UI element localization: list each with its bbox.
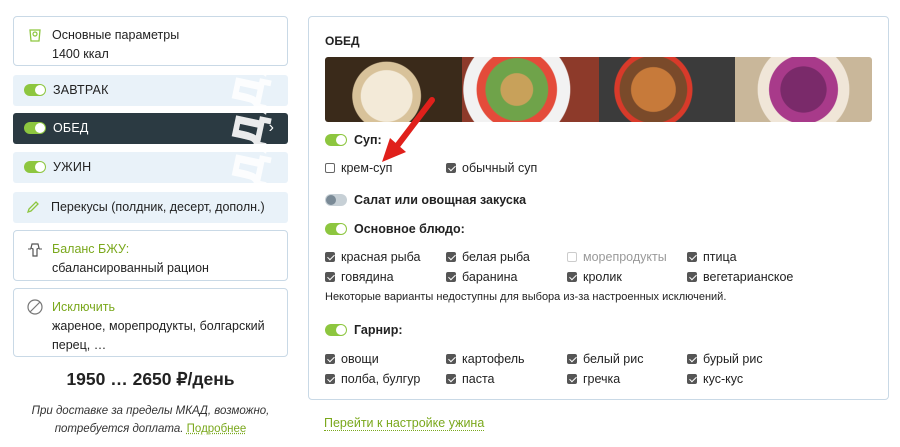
scale-icon [29,29,41,42]
salad-toggle[interactable] [325,194,347,206]
checkbox[interactable] [446,272,456,282]
option-label: вегетарианское [703,270,794,284]
checkbox[interactable] [567,374,577,384]
dinner-toggle[interactable] [24,161,46,173]
snacks-label: Перекусы (полдник, десерт, дополн.) [51,200,265,214]
option-couscous[interactable]: кус-кус [687,372,743,386]
meal-breakfast-label: ЗАВТРАК [53,83,109,97]
price-range: 1950 … 2650 ₽/день [66,369,235,389]
snacks-row[interactable]: Перекусы (полдник, десерт, дополн.) [13,192,288,223]
meal-dinner-label: УЖИН [53,160,92,174]
option-label: обычный суп [462,161,538,175]
option-label: птица [703,250,737,264]
meal-lunch-label: ОБЕД [53,121,89,135]
cabbage-photo [735,57,872,122]
checkbox[interactable] [446,354,456,364]
option-white-fish[interactable]: белая рыба [446,250,530,264]
option-label: картофель [462,352,525,366]
checkbox [567,252,577,262]
red-arrow-annotation [382,97,435,162]
option-label: гречка [583,372,621,386]
option-spelt-bulgur[interactable]: полба, булгур [325,372,420,386]
option-pasta[interactable]: паста [446,372,495,386]
main-toggle[interactable] [325,223,347,235]
option-label: бурый рис [703,352,763,366]
option-white-rice[interactable]: белый рис [567,352,643,366]
meat-photo [598,57,736,122]
breakfast-toggle[interactable] [24,84,46,96]
exclude-title: Исключить [52,300,115,314]
option-label: баранина [462,270,518,284]
meal-breakfast[interactable]: ЗАВТРАК ЕДА [13,75,288,106]
go-to-dinner-settings-link[interactable]: Перейти к настройке ужина [324,416,485,431]
garnish-label: Гарнир: [354,323,403,337]
exclude-card[interactable]: Исключить жареное, морепродукты, болгарс… [13,288,288,357]
option-red-fish[interactable]: красная рыба [325,250,420,264]
balance-value: сбалансированный рацион [52,261,209,275]
option-rabbit[interactable]: кролик [567,270,622,284]
checkbox[interactable] [687,272,697,282]
basic-params-value: 1400 ккал [52,47,109,61]
option-vegetarian[interactable]: вегетарианское [687,270,793,284]
checkbox[interactable] [687,252,697,262]
exclusions-warning: Некоторые варианты недоступны для выбора… [325,291,727,303]
option-label: белый рис [583,352,644,366]
checkbox[interactable] [446,374,456,384]
mannequin-icon [28,243,42,257]
checkbox[interactable] [446,252,456,262]
more-link[interactable]: Подробнее [187,423,247,435]
checkbox[interactable] [687,374,697,384]
option-regular-soup[interactable]: обычный суп [446,161,537,175]
panel-title: ОБЕД [325,34,360,48]
chevron-right-icon: › [268,119,274,136]
pencil-icon [26,201,39,214]
meal-lunch[interactable]: ОБЕД ЕДА › [13,113,288,144]
main-label: Основное блюдо: [354,222,465,236]
checkbox[interactable] [567,272,577,282]
checkbox[interactable] [446,163,456,173]
watermark-logo: ЕДА [218,75,283,106]
checkbox[interactable] [567,354,577,364]
checkbox[interactable] [325,252,335,262]
lunch-toggle[interactable] [24,122,46,134]
option-label: паста [462,372,495,386]
soup-label: Суп: [354,133,382,147]
exclude-value: жареное, морепродукты, болгарский перец,… [52,319,265,352]
lunch-settings-panel: ОБЕД Суп: крем-суп обычный суп Салат или… [308,16,889,400]
checkbox[interactable] [325,163,335,173]
option-label: белая рыба [462,250,530,264]
option-label: говядина [341,270,394,284]
option-label: морепродукты [583,250,667,264]
soup-toggle[interactable] [325,134,347,146]
option-poultry[interactable]: птица [687,250,737,264]
checkbox[interactable] [325,374,335,384]
watermark-logo: ЕДА [218,152,283,183]
salad-photo [461,57,599,122]
option-label: кролик [583,270,622,284]
no-symbol-icon [27,299,43,315]
checkbox[interactable] [325,272,335,282]
option-beef[interactable]: говядина [325,270,394,284]
option-label: полба, булгур [341,372,421,386]
option-potato[interactable]: картофель [446,352,525,366]
option-seafood: морепродукты [567,250,667,264]
option-label: кус-кус [703,372,744,386]
checkbox[interactable] [325,354,335,364]
option-label: овощи [341,352,379,366]
checkbox[interactable] [687,354,697,364]
basic-params-title: Основные параметры [52,28,180,42]
basic-params-card[interactable]: Основные параметры 1400 ккал [13,16,288,66]
option-label: красная рыба [341,250,421,264]
delivery-note: При доставке за пределы МКАД, возможно, … [13,402,288,438]
option-lamb[interactable]: баранина [446,270,517,284]
option-buckwheat[interactable]: гречка [567,372,620,386]
option-vegetables[interactable]: овощи [325,352,379,366]
option-brown-rice[interactable]: бурый рис [687,352,763,366]
balance-card[interactable]: Баланс БЖУ: сбалансированный рацион [13,230,288,281]
salad-label: Салат или овощная закуска [354,193,527,207]
garnish-toggle[interactable] [325,324,347,336]
meal-dinner[interactable]: УЖИН ЕДА [13,152,288,183]
balance-title: Баланс БЖУ: [52,242,130,256]
